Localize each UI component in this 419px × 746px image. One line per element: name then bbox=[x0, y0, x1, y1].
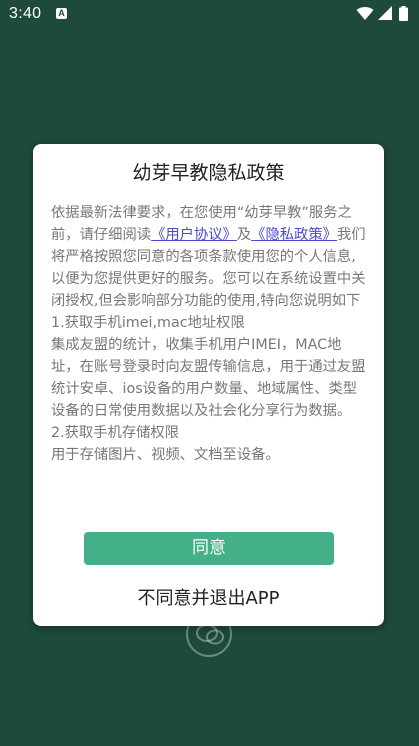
wifi-icon bbox=[356, 7, 374, 20]
battery-icon bbox=[399, 6, 408, 21]
privacy-policy-link[interactable]: 《隐私政策》 bbox=[251, 227, 337, 243]
agree-button[interactable]: 同意 bbox=[84, 532, 334, 565]
user-agreement-link[interactable]: 《用户协议》 bbox=[151, 227, 237, 243]
status-time: 3:40 bbox=[9, 5, 42, 22]
and-text: 及 bbox=[236, 227, 252, 243]
dialog-body: 依据最新法律要求，在您使用“幼芽早教”服务之前，请仔细阅读《用户协议》及《隐私政… bbox=[51, 202, 368, 466]
privacy-dialog: 幼芽早教隐私政策 依据最新法律要求，在您使用“幼芽早教”服务之前，请仔细阅读《用… bbox=[33, 144, 384, 626]
section1-title: 1.获取手机imei,mac地址权限 bbox=[51, 315, 245, 331]
disagree-exit-button[interactable]: 不同意并退出APP bbox=[33, 584, 384, 610]
intro-paragraph: 依据最新法律要求，在您使用“幼芽早教”服务之前，请仔细阅读《用户协议》及《隐私政… bbox=[51, 202, 368, 312]
section2-body: 用于存储图片、视频、文档至设备。 bbox=[51, 447, 280, 463]
section2-title: 2.获取手机存储权限 bbox=[51, 425, 180, 441]
signal-icon bbox=[378, 6, 392, 20]
dialog-title: 幼芽早教隐私政策 bbox=[132, 162, 285, 184]
status-bar: 3:40 A bbox=[0, 0, 419, 28]
section1-body: 集成友盟的统计，收集手机用户IMEI，MAC地址，在账号登录时向友盟传输信息，用… bbox=[51, 337, 366, 419]
a-square-icon: A bbox=[56, 8, 67, 19]
